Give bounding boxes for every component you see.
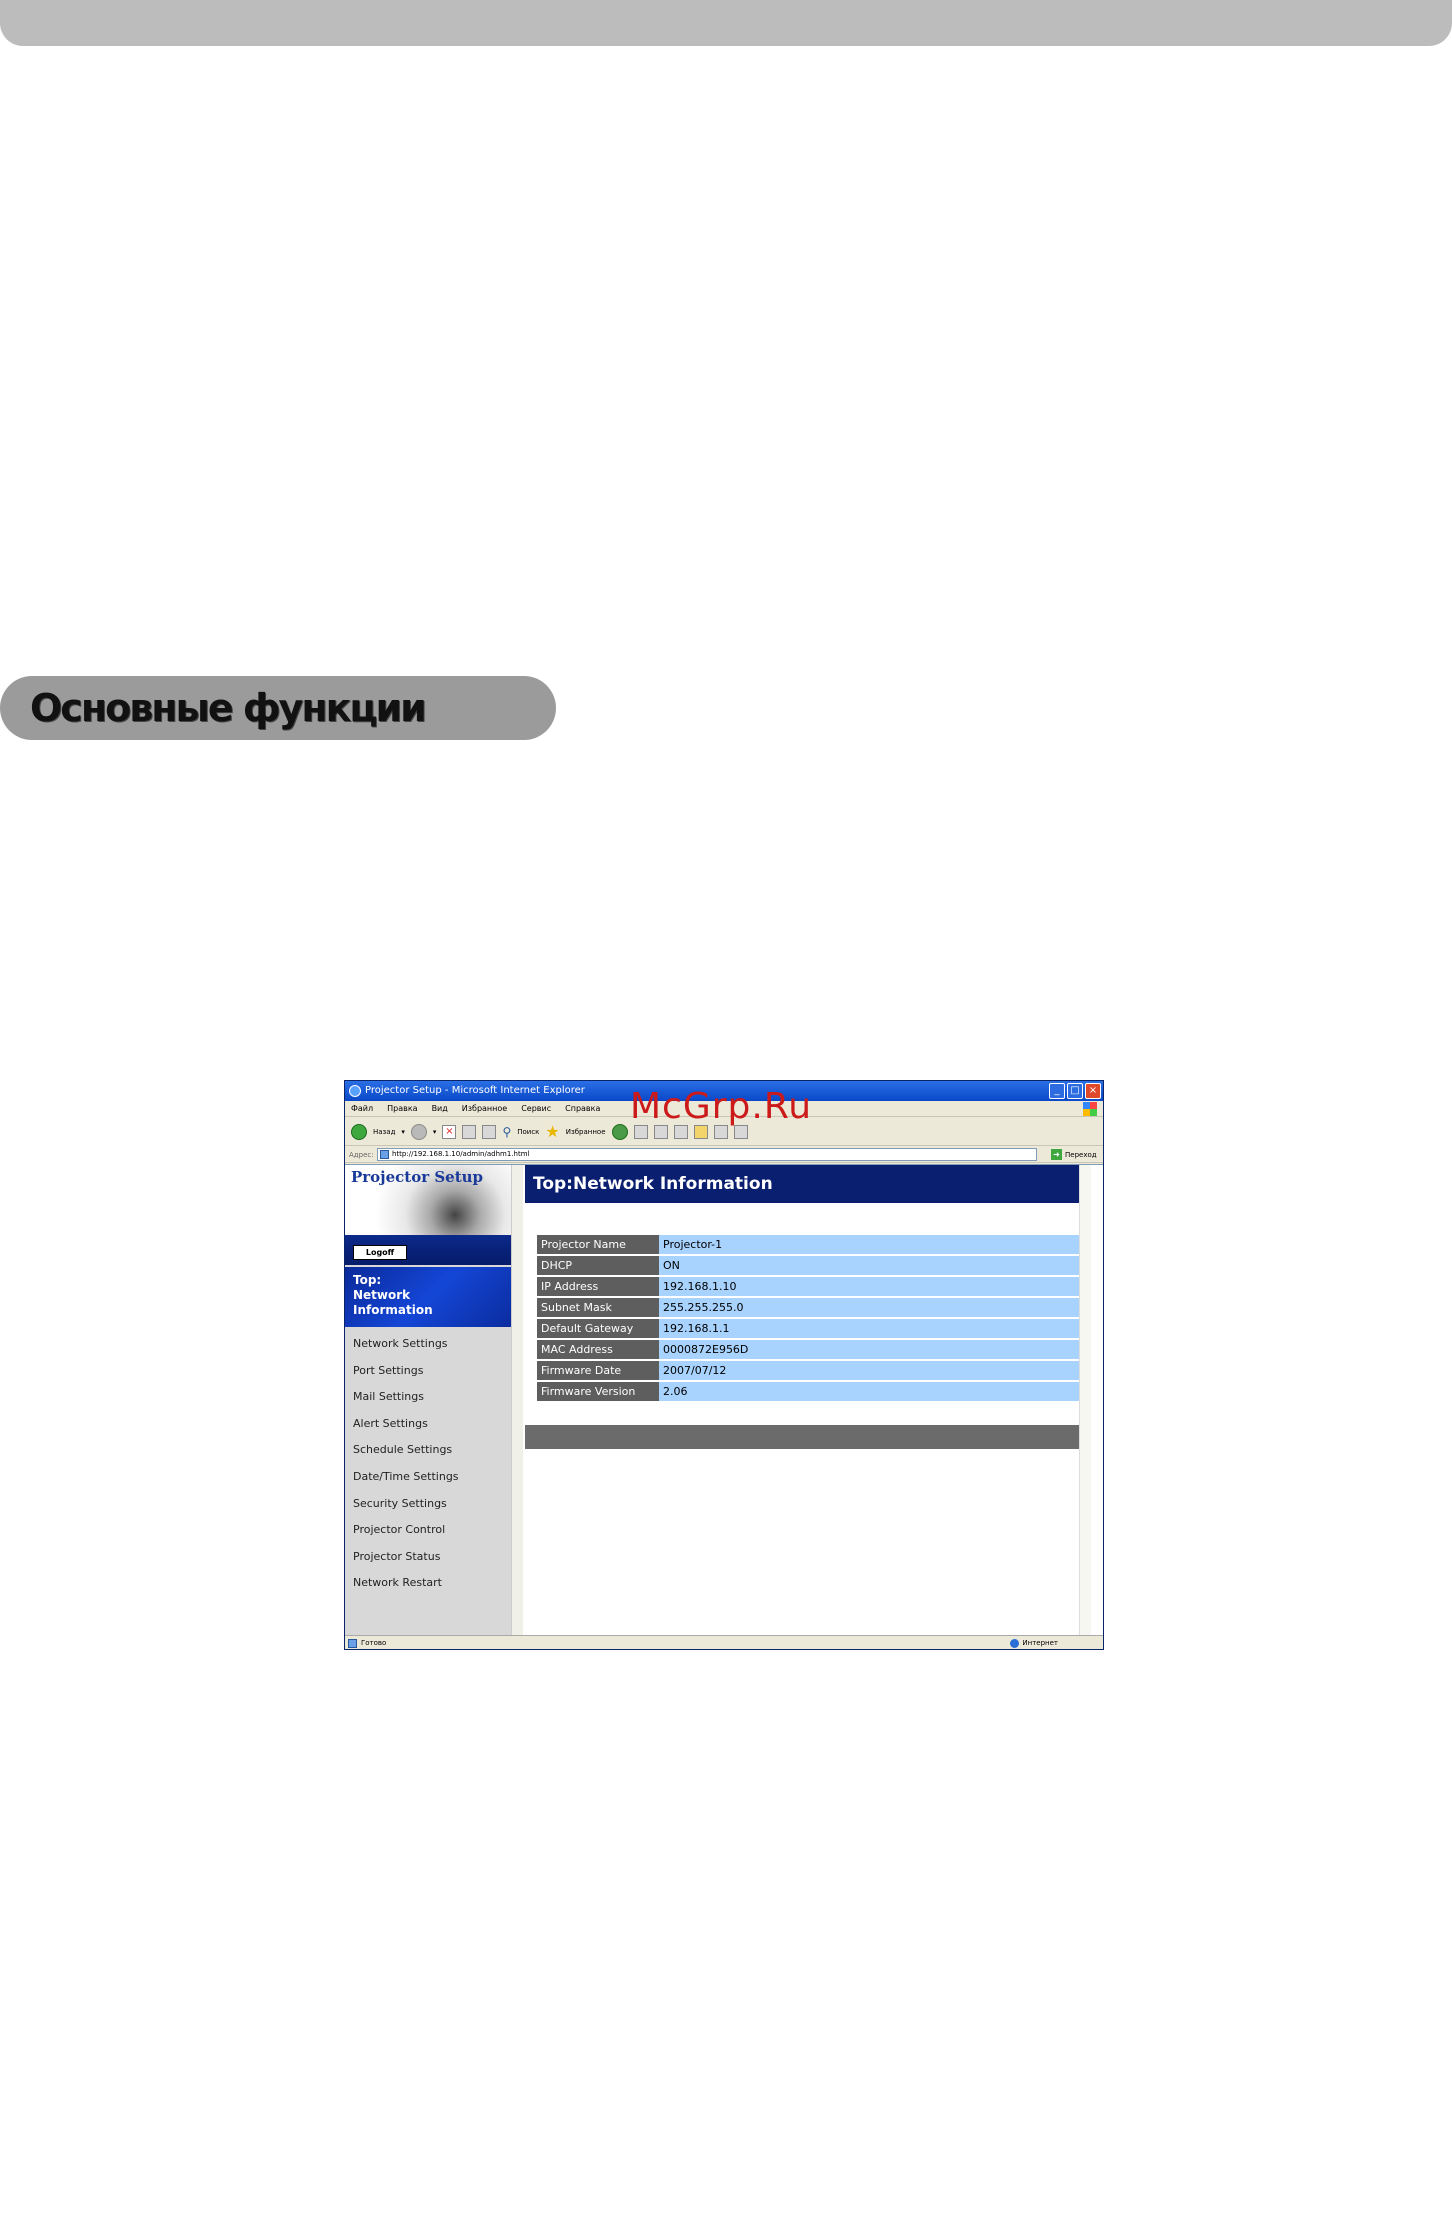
network-info-table: Projector Name Projector-1 DHCP ON IP Addr… — [537, 1233, 1087, 1403]
info-label: Default Gateway — [537, 1319, 659, 1338]
footer-divider-bar — [525, 1425, 1091, 1449]
section-heading-text: Основные функции — [30, 686, 427, 730]
go-button-label: Переход — [1065, 1150, 1097, 1159]
info-label: Firmware Date — [537, 1361, 659, 1380]
search-button-label[interactable]: Поиск — [517, 1128, 539, 1136]
zone-label: Интернет — [1022, 1639, 1058, 1647]
info-value: 255.255.255.0 — [659, 1298, 1087, 1317]
address-input[interactable]: http://192.168.1.10/admin/adhm1.html — [377, 1148, 1037, 1161]
info-value: 192.168.1.10 — [659, 1277, 1087, 1296]
page-title: Top:Network Information — [525, 1165, 1091, 1203]
active-nav-line-2: Network — [353, 1288, 411, 1302]
home-icon[interactable] — [482, 1124, 497, 1139]
minimize-button[interactable]: _ — [1049, 1083, 1065, 1099]
address-bar: Адрес: http://192.168.1.10/admin/adhm1.h… — [345, 1147, 1103, 1163]
menu-file[interactable]: Файл — [351, 1101, 373, 1116]
info-value: ON — [659, 1256, 1087, 1275]
page-content: Projector Setup Logoff Top: Network Info… — [345, 1164, 1103, 1636]
info-value: 192.168.1.1 — [659, 1319, 1087, 1338]
go-arrow-icon: ➜ — [1051, 1149, 1062, 1160]
sidebar: Projector Setup Logoff Top: Network Info… — [345, 1165, 511, 1636]
sidebar-item-projector-status[interactable]: Projector Status — [353, 1544, 508, 1571]
sidebar-item-security-settings[interactable]: Security Settings — [353, 1491, 508, 1518]
logoff-button[interactable]: Logoff — [353, 1245, 407, 1260]
active-nav-line-3: Information — [353, 1303, 433, 1317]
back-arrow-icon[interactable] — [351, 1123, 367, 1140]
watermark-text: McGrp.Ru — [630, 1086, 813, 1127]
menu-tools[interactable]: Сервис — [521, 1101, 551, 1116]
page-status-icon — [348, 1639, 357, 1648]
sidebar-scrollbar[interactable] — [511, 1165, 523, 1636]
close-button[interactable]: × — [1085, 1083, 1101, 1099]
info-label: DHCP — [537, 1256, 659, 1275]
forward-arrow-icon[interactable] — [410, 1123, 427, 1140]
table-row: Firmware Date 2007/07/12 — [537, 1361, 1087, 1380]
browser-window: Projector Setup - Microsoft Internet Exp… — [344, 1080, 1104, 1650]
menu-view[interactable]: Вид — [432, 1101, 448, 1116]
top-header-bar — [0, 0, 1452, 46]
windows-logo-icon — [1083, 1102, 1097, 1116]
sidebar-item-network-settings[interactable]: Network Settings — [353, 1331, 508, 1358]
search-icon[interactable]: ⚲ — [502, 1125, 511, 1139]
sidebar-item-alert-settings[interactable]: Alert Settings — [353, 1411, 508, 1438]
table-row: Subnet Mask 255.255.255.0 — [537, 1298, 1087, 1317]
go-button[interactable]: ➜ Переход — [1051, 1149, 1097, 1160]
sidebar-item-date-time-settings[interactable]: Date/Time Settings — [353, 1464, 508, 1491]
menu-favorites[interactable]: Избранное — [462, 1101, 507, 1116]
info-label: Subnet Mask — [537, 1298, 659, 1317]
active-nav-line-1: Top: — [353, 1273, 382, 1287]
window-title: Projector Setup - Microsoft Internet Exp… — [365, 1085, 585, 1096]
history-icon[interactable] — [611, 1123, 628, 1140]
sidebar-item-top-network-information[interactable]: Top: Network Information — [345, 1267, 511, 1327]
table-row: Projector Name Projector-1 — [537, 1235, 1087, 1254]
info-label: Firmware Version — [537, 1382, 659, 1401]
info-label: MAC Address — [537, 1340, 659, 1359]
info-value: 0000872E956D — [659, 1340, 1087, 1359]
info-value: 2007/07/12 — [659, 1361, 1087, 1380]
table-row: IP Address 192.168.1.10 — [537, 1277, 1087, 1296]
globe-icon — [1010, 1639, 1020, 1648]
info-value: Projector-1 — [659, 1235, 1087, 1254]
ie-icon — [349, 1085, 361, 1097]
table-row: Default Gateway 192.168.1.1 — [537, 1319, 1087, 1338]
sidebar-item-mail-settings[interactable]: Mail Settings — [353, 1384, 508, 1411]
info-label: Projector Name — [537, 1235, 659, 1254]
sidebar-item-schedule-settings[interactable]: Schedule Settings — [353, 1437, 508, 1464]
status-text: Готово — [361, 1639, 387, 1647]
address-url: http://192.168.1.10/admin/adhm1.html — [392, 1150, 530, 1158]
maximize-button[interactable]: □ — [1067, 1083, 1083, 1099]
logo-text: Projector Setup — [351, 1168, 484, 1186]
forward-dropdown-icon[interactable]: ▾ — [433, 1128, 437, 1136]
status-bar: Готово Интернет — [345, 1635, 1103, 1649]
main-panel: Top:Network Information Projector Name Pr… — [525, 1165, 1091, 1636]
sidebar-item-port-settings[interactable]: Port Settings — [353, 1358, 508, 1385]
logoff-area: Logoff — [345, 1235, 511, 1265]
back-dropdown-icon[interactable]: ▾ — [401, 1128, 405, 1136]
main-scrollbar[interactable] — [1079, 1165, 1091, 1636]
favorites-star-icon[interactable]: ★ — [545, 1123, 559, 1140]
security-zone: Интернет — [1010, 1636, 1058, 1649]
info-value: 2.06 — [659, 1382, 1087, 1401]
sidebar-nav-list: Network Settings Port Settings Mail Sett… — [353, 1331, 508, 1597]
projector-setup-logo: Projector Setup — [345, 1165, 511, 1235]
info-label: IP Address — [537, 1277, 659, 1296]
page-icon — [380, 1150, 389, 1159]
section-heading: Основные функции — [0, 676, 556, 740]
sidebar-item-network-restart[interactable]: Network Restart — [353, 1570, 508, 1597]
refresh-icon[interactable] — [462, 1124, 477, 1139]
stop-icon[interactable]: × — [442, 1124, 457, 1139]
menu-edit[interactable]: Правка — [387, 1101, 417, 1116]
menu-help[interactable]: Справка — [565, 1101, 600, 1116]
address-label: Адрес: — [349, 1150, 374, 1159]
table-row: DHCP ON — [537, 1256, 1087, 1275]
table-row: Firmware Version 2.06 — [537, 1382, 1087, 1401]
table-row: MAC Address 0000872E956D — [537, 1340, 1087, 1359]
favorites-button-label[interactable]: Избранное — [566, 1128, 606, 1136]
back-button-label[interactable]: Назад — [373, 1128, 395, 1136]
sidebar-item-projector-control[interactable]: Projector Control — [353, 1517, 508, 1544]
